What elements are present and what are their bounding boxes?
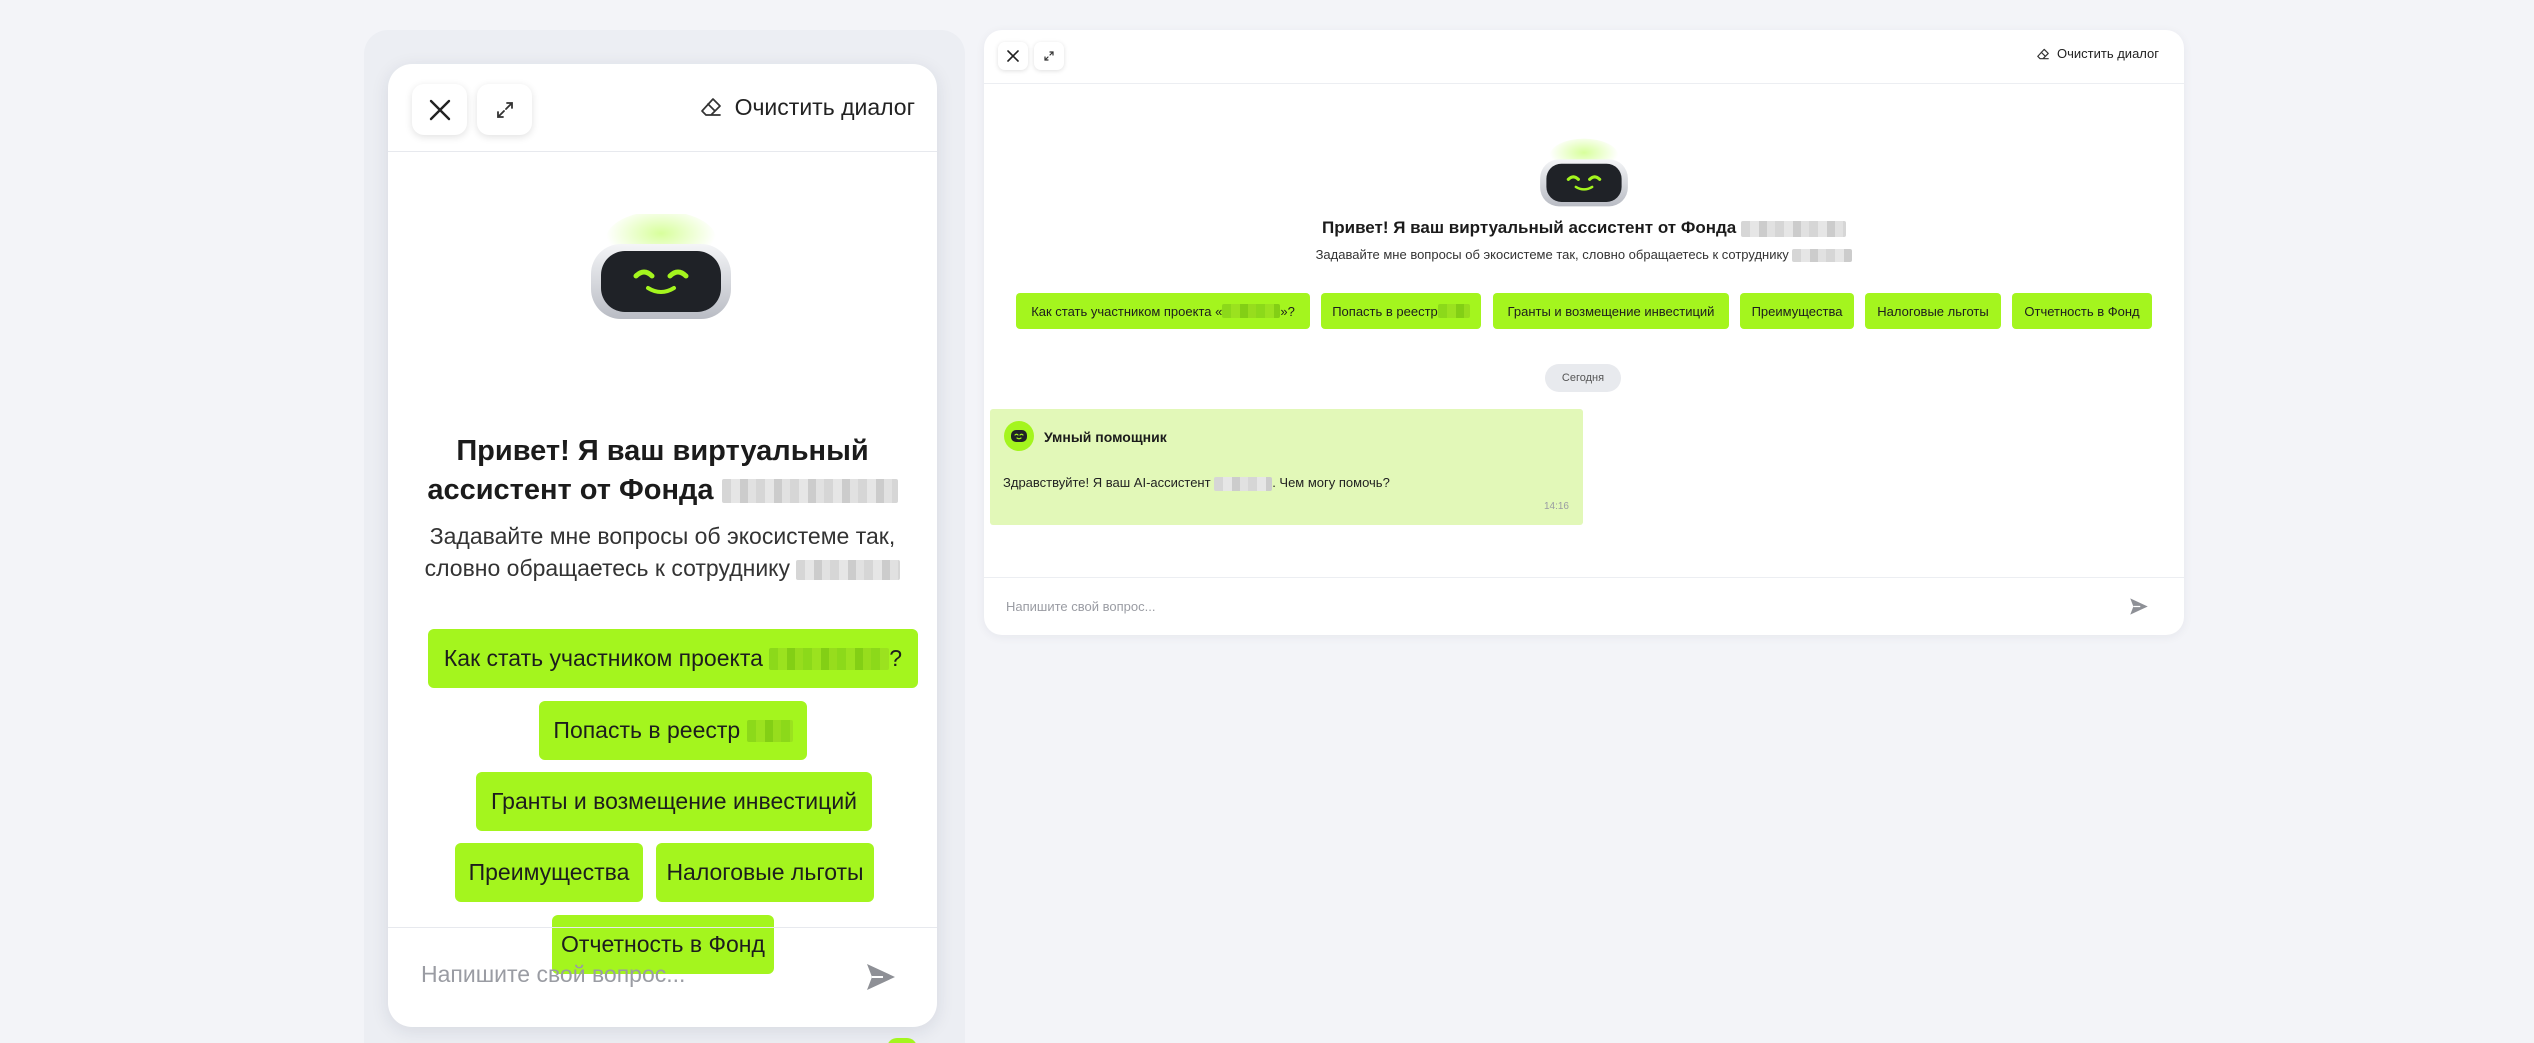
redacted-company — [796, 559, 901, 580]
robot-avatar-icon — [1540, 138, 1628, 207]
greeting-subtitle: Задавайте мне вопросы об экосистеме так,… — [408, 520, 917, 584]
mobile-chat-header: Очистить диалог — [388, 64, 937, 152]
date-separator: Сегодня — [1545, 364, 1621, 392]
greeting-title: Привет! Я ваш виртуальный ассистент от Ф… — [984, 218, 2184, 238]
redacted-project-name — [1222, 304, 1281, 318]
close-button[interactable] — [412, 84, 467, 135]
redacted-project-name — [769, 647, 890, 670]
greeting-title: Привет! Я ваш виртуальный ассистент от Ф… — [408, 432, 917, 510]
launcher-button-edge[interactable] — [887, 1038, 917, 1043]
eraser-icon — [2037, 48, 2049, 59]
quick-reply-registry[interactable]: Попасть в реестр — [539, 701, 807, 760]
message-input-bar: Напишите свой вопрос... — [984, 577, 2184, 635]
message-input[interactable]: Напишите свой вопрос... — [421, 961, 685, 988]
quick-reply-advantages[interactable]: Преимущества — [455, 843, 643, 902]
redacted-company — [1792, 249, 1853, 263]
quick-reply-join-project[interactable]: Как стать участником проекта «»? — [1016, 293, 1310, 329]
robot-avatar-icon — [591, 214, 731, 319]
expand-button[interactable] — [1034, 42, 1064, 70]
send-icon[interactable] — [2129, 597, 2149, 616]
robot-face-icon — [1011, 430, 1027, 442]
quick-reply-tax-benefits[interactable]: Налоговые льготы — [656, 843, 874, 902]
quick-reply-reporting[interactable]: Отчетность в Фонд — [2012, 293, 2152, 329]
redacted-registry-name — [746, 719, 793, 742]
redacted-fund-name — [1740, 220, 1846, 237]
redacted-registry-name — [1437, 304, 1470, 318]
eraser-icon — [700, 98, 721, 116]
quick-reply-grants[interactable]: Гранты и возмещение инвестиций — [476, 772, 872, 831]
quick-reply-tax-benefits[interactable]: Налоговые льготы — [1865, 293, 2001, 329]
quick-reply-join-project[interactable]: Как стать участником проекта ? — [428, 629, 918, 688]
clear-dialog-button[interactable]: Очистить диалог — [2036, 46, 2159, 61]
expand-icon — [1044, 51, 1054, 61]
expand-icon — [496, 101, 513, 118]
message-input-bar: Напишите свой вопрос... — [388, 927, 937, 1027]
redacted-fund-name — [721, 479, 898, 504]
clear-dialog-button[interactable]: Очистить диалог — [699, 92, 915, 122]
clear-dialog-label: Очистить диалог — [2057, 46, 2159, 61]
message-input[interactable]: Напишите свой вопрос... — [1006, 599, 1155, 614]
clear-dialog-label: Очистить диалог — [734, 93, 915, 120]
mobile-chat-widget: Очистить диалог Привет! Я ваш виртуальны… — [388, 64, 937, 1027]
assistant-message: Умный помощник Здравствуйте! Я ваш AI-ас… — [990, 409, 1583, 525]
message-time: 14:16 — [1543, 501, 1569, 512]
quick-reply-grants[interactable]: Гранты и возмещение инвестиций — [1493, 293, 1729, 329]
greeting-subtitle: Задавайте мне вопросы об экосистеме так,… — [984, 247, 2184, 263]
send-icon[interactable] — [865, 962, 897, 992]
close-icon — [429, 99, 450, 120]
message-author: Умный помощник — [1044, 429, 1167, 445]
expand-button[interactable] — [477, 84, 532, 135]
close-button[interactable] — [998, 42, 1028, 70]
redacted-assistant-name — [1214, 476, 1273, 491]
close-icon — [1007, 50, 1019, 62]
quick-reply-advantages[interactable]: Преимущества — [1740, 293, 1854, 329]
desktop-chat-widget: Очистить диалог Привет! Я ваш виртуальны… — [984, 30, 2184, 635]
quick-reply-registry[interactable]: Попасть в реестр — [1321, 293, 1481, 329]
message-text: Здравствуйте! Я ваш AI-ассистент . Чем м… — [1003, 475, 1390, 491]
desktop-chat-header: Очистить диалог — [984, 30, 2184, 84]
assistant-avatar — [1004, 421, 1034, 451]
